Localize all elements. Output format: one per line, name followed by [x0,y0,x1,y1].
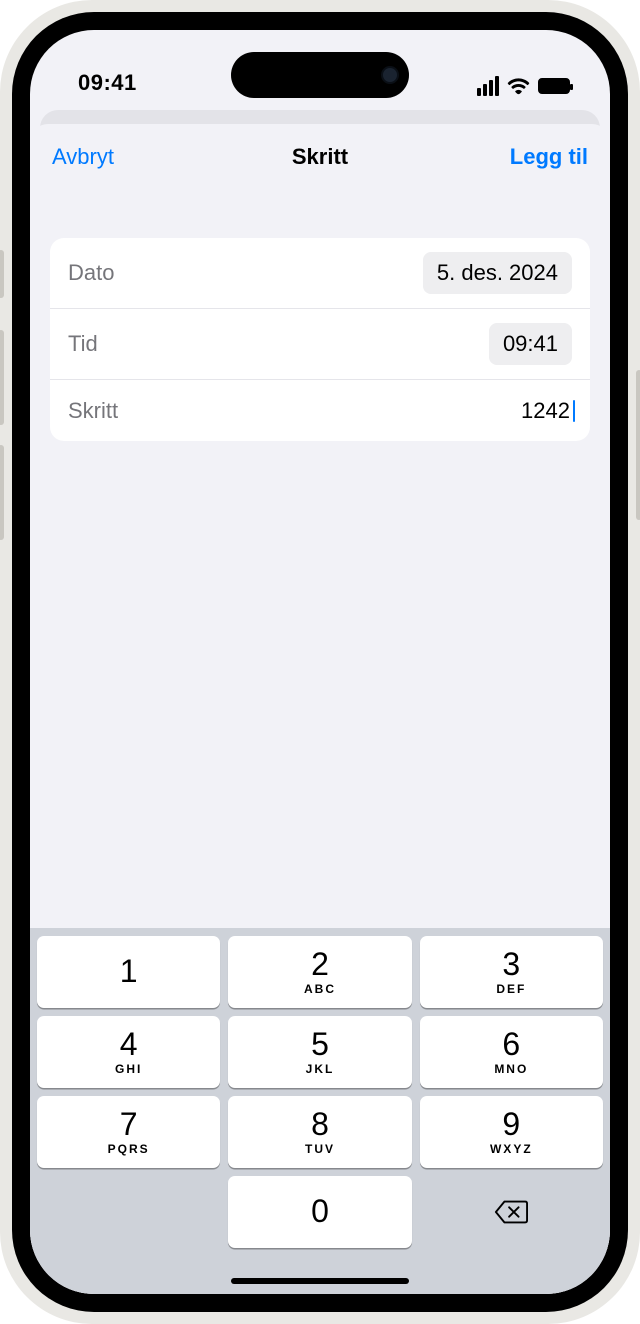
key-6[interactable]: 6MNO [420,1016,603,1088]
time-label: Tid [68,331,98,357]
key-7[interactable]: 7PQRS [37,1096,220,1168]
phone-screen: 09:41 Avbryt Skritt Legg til Dato [30,30,610,1294]
key-0[interactable]: 0 [228,1176,411,1248]
key-8[interactable]: 8TUV [228,1096,411,1168]
key-3[interactable]: 3DEF [420,936,603,1008]
nav-bar: Avbryt Skritt Legg til [30,124,610,188]
steps-label: Skritt [68,398,118,424]
modal-sheet: Avbryt Skritt Legg til Dato 5. des. 2024… [30,124,610,1294]
cancel-button[interactable]: Avbryt [52,144,114,170]
date-label: Dato [68,260,114,286]
steps-row: Skritt 1242 [50,379,590,441]
backspace-icon [494,1199,528,1225]
form-card: Dato 5. des. 2024 Tid 09:41 Skritt 1242 [50,238,590,441]
key-1[interactable]: 1 [37,936,220,1008]
home-indicator[interactable] [231,1278,409,1284]
status-icons [477,76,570,96]
dynamic-island [231,52,409,98]
volume-up-button [0,330,4,425]
front-camera-icon [381,66,399,84]
date-picker[interactable]: 5. des. 2024 [423,252,572,294]
date-row: Dato 5. des. 2024 [50,238,590,308]
phone-frame: 09:41 Avbryt Skritt Legg til Dato [0,0,640,1324]
key-4[interactable]: 4GHI [37,1016,220,1088]
volume-down-button [0,445,4,540]
key-blank [37,1176,220,1248]
battery-icon [538,78,570,94]
key-9[interactable]: 9WXYZ [420,1096,603,1168]
add-button[interactable]: Legg til [510,144,588,170]
key-5[interactable]: 5JKL [228,1016,411,1088]
steps-input[interactable]: 1242 [521,398,572,424]
phone-bezel: 09:41 Avbryt Skritt Legg til Dato [12,12,628,1312]
key-2[interactable]: 2ABC [228,936,411,1008]
mute-switch [0,250,4,298]
status-time: 09:41 [78,70,137,96]
numeric-keypad: 1 2ABC 3DEF 4GHI 5JKL 6MNO 7PQRS 8TUV 9W… [30,928,610,1294]
cellular-icon [477,76,499,96]
backspace-key[interactable] [420,1176,603,1248]
wifi-icon [507,77,530,95]
time-picker[interactable]: 09:41 [489,323,572,365]
power-button [636,370,640,520]
time-row: Tid 09:41 [50,308,590,379]
